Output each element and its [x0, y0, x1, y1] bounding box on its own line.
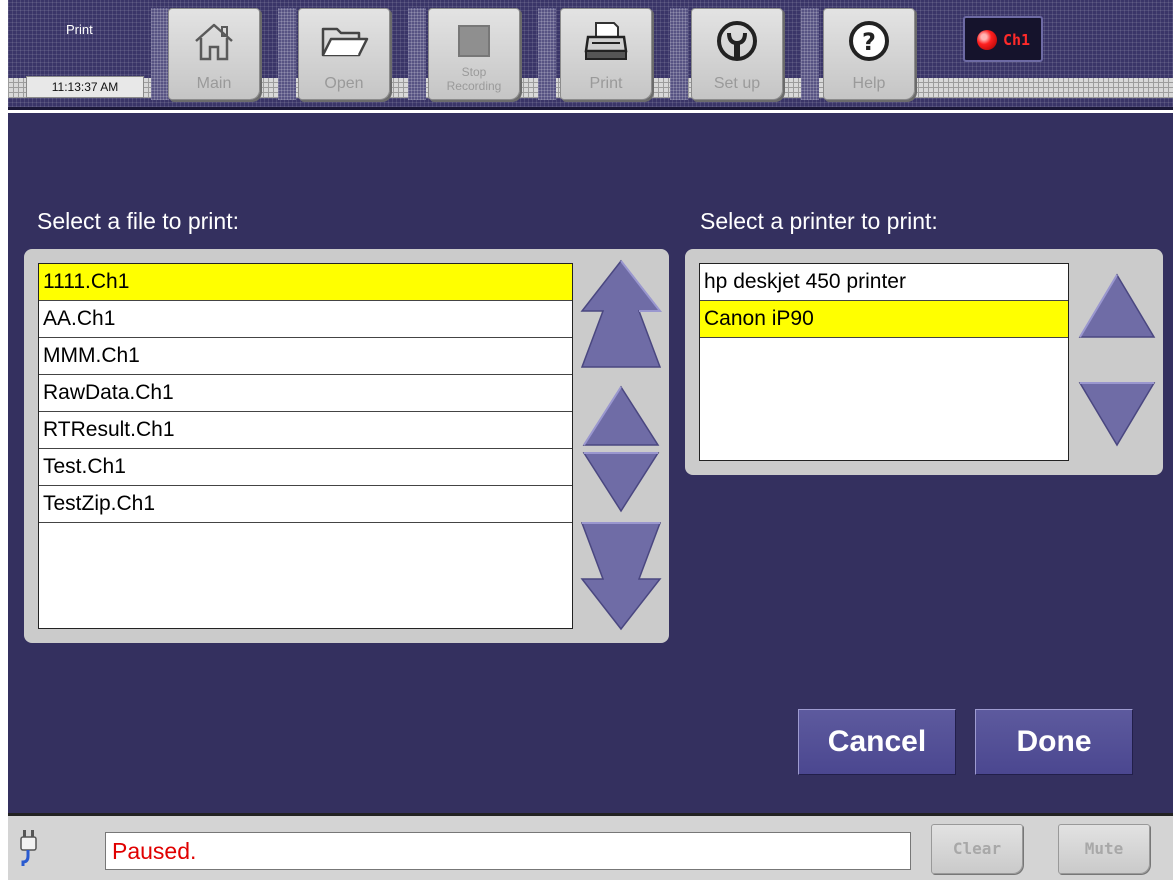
file-list-item[interactable]: RawData.Ch1	[39, 375, 572, 412]
status-bar: Paused. Clear Mute	[8, 813, 1173, 880]
printer-panel: hp deskjet 450 printer Canon iP90	[685, 249, 1163, 475]
toolbar-separator	[151, 8, 169, 100]
clock: 11:13:37 AM	[26, 76, 144, 98]
printer-list[interactable]: hp deskjet 450 printer Canon iP90	[699, 263, 1069, 461]
file-list-item[interactable]: TestZip.Ch1	[39, 486, 572, 523]
help-icon: ?	[824, 17, 914, 65]
setup-button-label: Set up	[713, 75, 761, 92]
printer-scroll-up-button[interactable]	[1078, 273, 1156, 339]
file-list[interactable]: 1111.Ch1 AA.Ch1 MMM.Ch1 RawData.Ch1 RTResult…	[38, 263, 573, 629]
power-plug-icon	[20, 828, 38, 873]
file-list-item[interactable]: AA.Ch1	[39, 301, 572, 338]
status-message: Paused.	[105, 832, 911, 870]
cancel-button[interactable]: Cancel	[798, 709, 956, 775]
stop-recording-label: Stop Recording	[446, 65, 502, 93]
toolbar-separator	[801, 8, 819, 100]
file-list-item[interactable]: 1111.Ch1	[39, 264, 572, 301]
toolbar-separator	[538, 8, 556, 100]
wrench-icon	[692, 17, 782, 65]
print-button-label: Print	[589, 75, 623, 92]
channel-indicator[interactable]: Ch1	[963, 16, 1043, 62]
toolbar-separator	[278, 8, 296, 100]
open-button-label: Open	[324, 75, 364, 92]
printer-list-item[interactable]: Canon iP90	[700, 301, 1068, 338]
scroll-up-button[interactable]	[582, 385, 660, 447]
open-button[interactable]: Open	[298, 8, 390, 100]
print-dialog: Select a file to print: 1111.Ch1 AA.Ch1 MM…	[8, 113, 1173, 813]
main-button[interactable]: Main	[168, 8, 260, 100]
stop-icon	[429, 17, 519, 65]
file-list-item[interactable]: RTResult.Ch1	[39, 412, 572, 449]
printer-scroll-down-button[interactable]	[1078, 381, 1156, 447]
main-button-label: Main	[196, 75, 232, 92]
file-list-item[interactable]: MMM.Ch1	[39, 338, 572, 375]
page-up-button[interactable]	[579, 259, 663, 369]
page-down-button[interactable]	[579, 521, 663, 631]
file-panel: 1111.Ch1 AA.Ch1 MMM.Ch1 RawData.Ch1 RTResult…	[24, 249, 669, 643]
done-button[interactable]: Done	[975, 709, 1133, 775]
setup-button[interactable]: Set up	[691, 8, 783, 100]
scroll-down-button[interactable]	[582, 451, 660, 513]
printer-list-item[interactable]: hp deskjet 450 printer	[700, 264, 1068, 301]
folder-icon	[299, 17, 389, 65]
help-button-label: Help	[852, 75, 886, 92]
channel-label: Ch1	[1003, 31, 1031, 49]
stop-recording-button[interactable]: Stop Recording	[428, 8, 520, 100]
svg-text:?: ?	[862, 28, 876, 56]
print-button[interactable]: Print	[560, 8, 652, 100]
toolbar-separator	[408, 8, 426, 100]
help-button[interactable]: ? Help	[823, 8, 915, 100]
file-section-title: Select a file to print:	[37, 208, 239, 234]
record-led-icon	[977, 30, 997, 50]
printer-icon	[561, 17, 651, 65]
file-list-item[interactable]: Test.Ch1	[39, 449, 572, 486]
clear-button[interactable]: Clear	[931, 824, 1023, 874]
toolbar-separator	[670, 8, 688, 100]
printer-section-title: Select a printer to print:	[700, 208, 938, 234]
home-icon	[169, 17, 259, 65]
mute-button[interactable]: Mute	[1058, 824, 1150, 874]
top-toolbar: Print 11:13:37 AM Main Open Stop Recordi…	[8, 0, 1173, 110]
screen-title: Print	[66, 22, 93, 37]
